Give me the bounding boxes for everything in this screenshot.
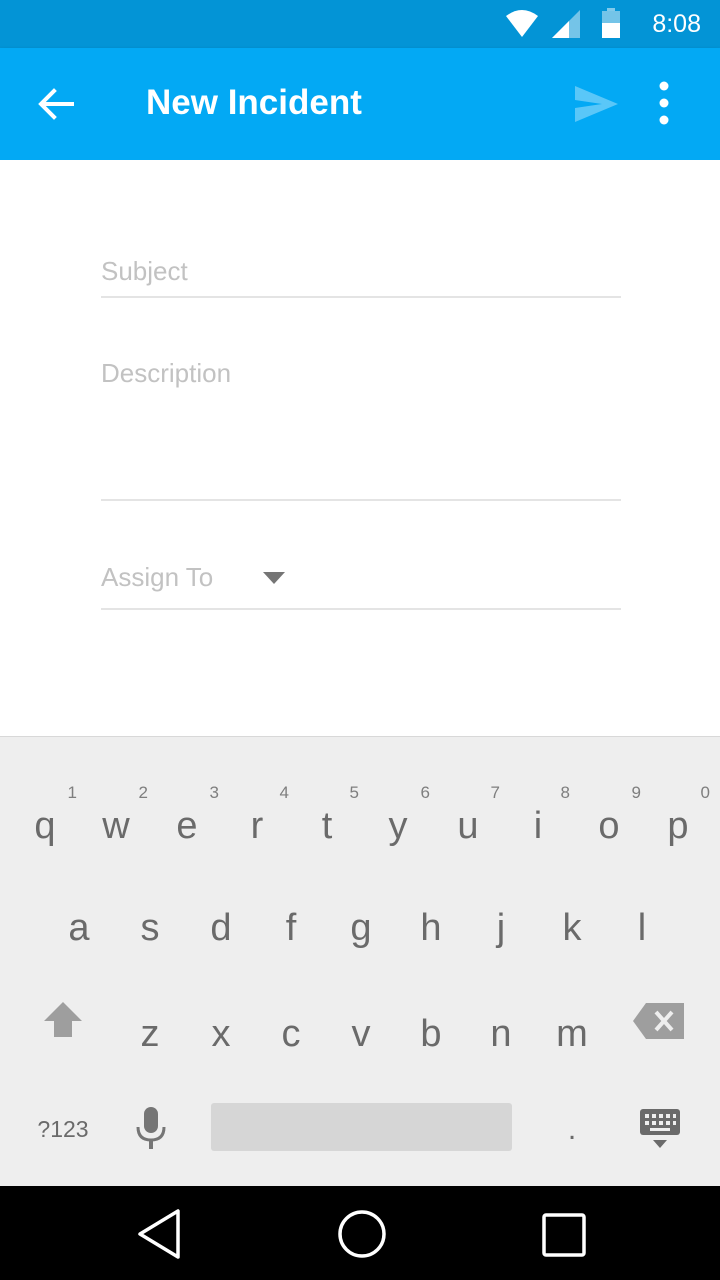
arrow-back-icon — [38, 88, 74, 120]
key-r[interactable]: 4r — [222, 775, 292, 875]
home-nav-icon[interactable] — [336, 1208, 388, 1260]
key-x[interactable]: x — [186, 987, 256, 1087]
key-u[interactable]: 7u — [433, 775, 503, 875]
key-p[interactable]: 0p — [643, 775, 713, 875]
key-l[interactable]: l — [607, 881, 677, 981]
description-field[interactable]: Description — [101, 340, 621, 501]
key-o[interactable]: 9o — [574, 775, 644, 875]
subject-placeholder: Subject — [101, 256, 188, 286]
hide-keyboard-key[interactable] — [638, 1107, 682, 1151]
assign-to-placeholder: Assign To — [101, 562, 214, 592]
key-a[interactable]: a — [44, 881, 114, 981]
key-b[interactable]: b — [396, 987, 466, 1087]
shift-key[interactable] — [40, 999, 86, 1041]
page-title: New Incident — [146, 83, 362, 122]
cell-signal-icon — [552, 10, 580, 38]
soft-keyboard: 1q 2w 3e 4r 5t 6y 7u 8i 9o 0p a s d f g … — [0, 736, 720, 1186]
key-v[interactable]: v — [326, 987, 396, 1087]
dropdown-arrow-icon — [263, 572, 285, 584]
back-button[interactable] — [24, 72, 88, 136]
key-k[interactable]: k — [537, 881, 607, 981]
overflow-menu-button[interactable] — [640, 74, 688, 134]
key-g[interactable]: g — [326, 881, 396, 981]
clock: 8:08 — [652, 10, 701, 38]
shift-icon — [44, 1002, 82, 1037]
keyboard-hide-icon — [640, 1109, 680, 1148]
app-bar: New Incident — [0, 48, 720, 160]
wifi-icon — [506, 10, 538, 37]
send-icon — [575, 86, 618, 122]
microphone-icon — [136, 1107, 166, 1149]
assign-to-dropdown[interactable]: Assign To — [101, 548, 621, 610]
key-e[interactable]: 3e — [152, 775, 222, 875]
key-s[interactable]: s — [115, 881, 185, 981]
battery-icon — [602, 8, 620, 38]
key-j[interactable]: j — [466, 881, 536, 981]
key-m[interactable]: m — [537, 987, 607, 1087]
back-nav-icon[interactable] — [136, 1208, 184, 1260]
key-z[interactable]: z — [115, 987, 185, 1087]
description-placeholder: Description — [101, 358, 232, 388]
key-y[interactable]: 6y — [363, 775, 433, 875]
voice-input-key[interactable] — [132, 1105, 170, 1153]
space-key[interactable] — [211, 1103, 512, 1151]
key-i[interactable]: 8i — [503, 775, 573, 875]
key-f[interactable]: f — [256, 881, 326, 981]
key-t[interactable]: 5t — [292, 775, 362, 875]
backspace-icon — [633, 1003, 684, 1039]
system-navigation-bar — [0, 1186, 720, 1280]
key-h[interactable]: h — [396, 881, 466, 981]
more-vert-icon — [659, 81, 669, 125]
subject-field[interactable]: Subject — [101, 246, 621, 298]
symbols-key[interactable]: ?123 — [20, 1109, 106, 1149]
key-q[interactable]: 1q — [10, 775, 80, 875]
recents-nav-icon[interactable] — [540, 1211, 588, 1259]
key-d[interactable]: d — [186, 881, 256, 981]
send-button[interactable] — [568, 78, 624, 130]
delete-key[interactable] — [632, 1001, 686, 1041]
key-c[interactable]: c — [256, 987, 326, 1087]
incident-form: Subject Description Assign To — [0, 160, 720, 736]
key-w[interactable]: 2w — [81, 775, 151, 875]
key-n[interactable]: n — [466, 987, 536, 1087]
period-key[interactable]: . — [550, 1113, 594, 1153]
status-bar: 8:08 — [0, 0, 720, 48]
